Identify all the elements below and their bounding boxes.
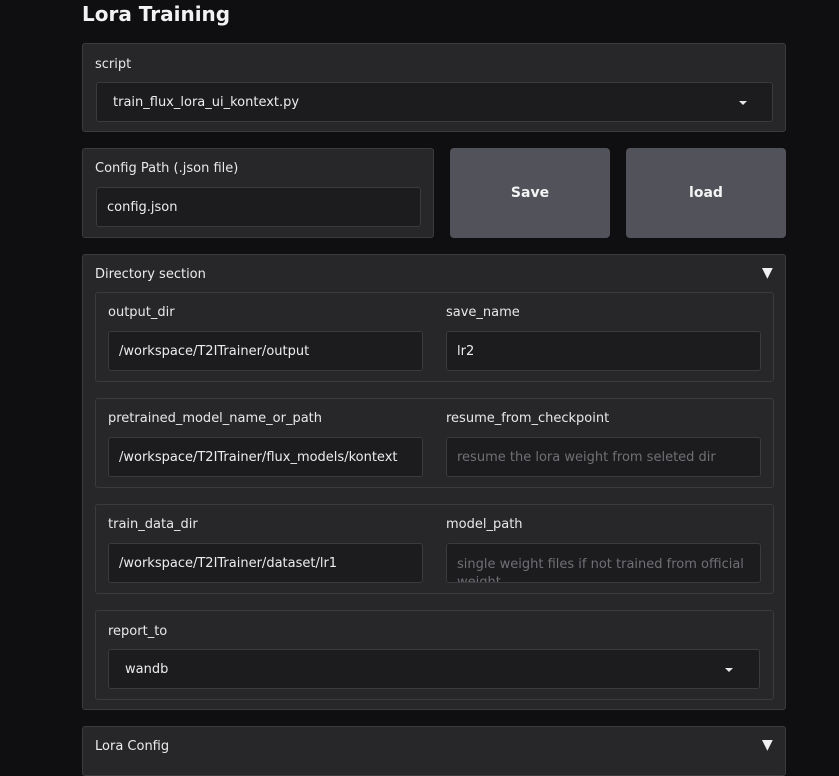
report-to-dropdown[interactable]: wandb <box>108 649 760 689</box>
model-path-input[interactable]: single weight files if not trained from … <box>446 543 761 583</box>
pretrained-label: pretrained_model_name_or_path <box>108 411 323 426</box>
lora-config-title[interactable]: Lora Config <box>95 739 169 754</box>
directory-section-title[interactable]: Directory section <box>95 267 206 282</box>
script-label: script <box>95 57 132 72</box>
load-button[interactable]: load <box>626 148 786 238</box>
model-path-label: model_path <box>446 517 523 532</box>
train-data-dir-input[interactable]: /workspace/T2ITrainer/dataset/lr1 <box>108 543 423 583</box>
page-title: Lora Training <box>82 2 231 26</box>
save-name-label: save_name <box>446 305 520 320</box>
script-dropdown[interactable]: train_flux_lora_ui_kontext.py <box>96 82 773 122</box>
chevron-down-icon <box>739 101 747 105</box>
report-to-label: report_to <box>108 624 168 639</box>
collapse-triangle-icon[interactable]: ▼ <box>762 265 773 281</box>
lora-config-section: Lora Config ▼ <box>82 726 786 776</box>
chevron-down-icon <box>725 668 733 672</box>
pretrained-input[interactable]: /workspace/T2ITrainer/flux_models/kontex… <box>108 437 423 477</box>
save-button[interactable]: Save <box>450 148 610 238</box>
resume-input[interactable]: resume the lora weight from seleted dir <box>446 437 761 477</box>
output-dir-label: output_dir <box>108 305 175 320</box>
output-row: output_dir /workspace/T2ITrainer/output … <box>95 292 774 382</box>
config-path-label: Config Path (.json file) <box>95 161 239 176</box>
config-path-block: Config Path (.json file) config.json <box>82 148 434 238</box>
report-to-selected: wandb <box>125 661 169 677</box>
output-dir-input[interactable]: /workspace/T2ITrainer/output <box>108 331 423 371</box>
train-data-row: train_data_dir /workspace/T2ITrainer/dat… <box>95 504 774 594</box>
script-selected: train_flux_lora_ui_kontext.py <box>113 94 300 110</box>
report-to-row: report_to wandb <box>95 610 774 700</box>
resume-label: resume_from_checkpoint <box>446 411 610 426</box>
train-data-dir-label: train_data_dir <box>108 517 198 532</box>
directory-section: Directory section ▼ output_dir /workspac… <box>82 254 786 710</box>
collapse-triangle-icon[interactable]: ▼ <box>762 737 773 753</box>
save-name-input[interactable]: lr2 <box>446 331 761 371</box>
script-block: script train_flux_lora_ui_kontext.py <box>82 43 786 132</box>
config-path-input[interactable]: config.json <box>96 187 421 227</box>
pretrained-row: pretrained_model_name_or_path /workspace… <box>95 398 774 488</box>
